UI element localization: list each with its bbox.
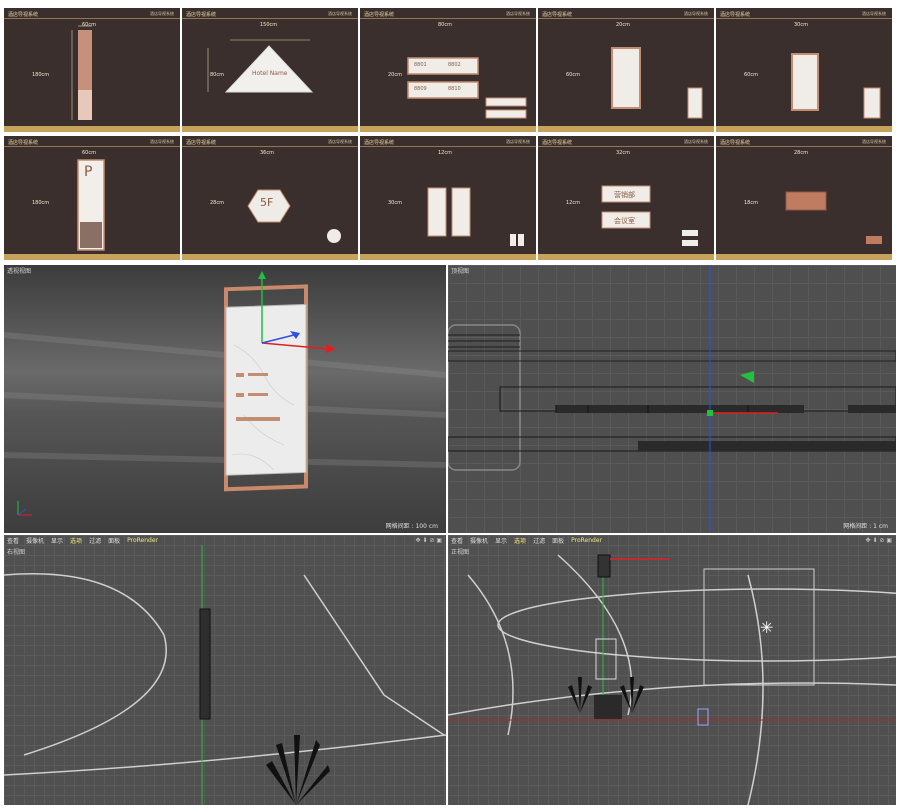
dimension-width: 30cm xyxy=(794,22,808,28)
viewport-label: 透视视图 xyxy=(7,268,32,275)
dimension-height: 28cm xyxy=(210,200,224,206)
design-panel: 酒店导视系统 酒店导视系统 150cm 80cm Hotel Name xyxy=(182,8,358,132)
dimension-height: 30cm xyxy=(388,200,402,206)
design-panel: 酒店导视系统 酒店导视系统 60cm 180cm P xyxy=(4,136,180,260)
sign-text: 8809 xyxy=(414,86,427,92)
dimension-width: 60cm xyxy=(82,22,96,28)
sign-text: Hotel Name xyxy=(252,70,288,77)
dimension-height: 60cm xyxy=(566,72,580,78)
grid-spacing-info: 网格间距 : 100 cm xyxy=(385,523,438,530)
viewport-label: 正视图 xyxy=(451,549,470,556)
dimension-height: 80cm xyxy=(210,72,224,78)
design-panel: 酒店导视系统 酒店导视系统 30cm 60cm xyxy=(716,8,892,132)
dimension-width: 28cm xyxy=(794,150,808,156)
dimension-width: 32cm xyxy=(616,150,630,156)
top-viewport[interactable]: 顶视图 网格间距 : 1 cm xyxy=(448,265,896,533)
design-panel: 酒店导视系统 酒店导视系统 20cm 60cm xyxy=(538,8,714,132)
top-scene xyxy=(448,265,896,533)
dimension-height: 180cm xyxy=(32,72,50,78)
design-panel: 酒店导视系统 酒店导视系统 80cm 20cm 8801 8802 8809 8810 xyxy=(360,8,536,132)
design-panel: 酒店导视系统 酒店导视系统 60cm 180cm xyxy=(4,8,180,132)
dimension-height: 12cm xyxy=(566,200,580,206)
grid-spacing-info: 网格间距 : 1 cm xyxy=(843,523,888,530)
sign-text: 8810 xyxy=(448,86,461,92)
dimension-height: 20cm xyxy=(388,72,402,78)
dimension-width: 12cm xyxy=(438,150,452,156)
sign-text: 8802 xyxy=(448,62,461,68)
dimension-width: 150cm xyxy=(260,22,278,28)
left-viewport[interactable]: 查看 摄像机 显示 选项 过滤 面板 ProRender ✥ ⬇ ⊘ ▣ 右视图 xyxy=(4,535,446,805)
design-panel: 酒店导视系统 酒店导视系统 12cm 30cm xyxy=(360,136,536,260)
svg-text:✳: ✳ xyxy=(760,618,773,637)
dimension-width: 36cm xyxy=(260,150,274,156)
dimension-width: 20cm xyxy=(616,22,630,28)
design-panel: 酒店导视系统 酒店导视系统 36cm 28cm 5F xyxy=(182,136,358,260)
sign-text: 营销部 xyxy=(614,191,635,199)
sign-text: 5F xyxy=(260,196,274,209)
design-panel: 酒店导视系统 酒店导视系统 32cm 12cm 营销部 会议室 xyxy=(538,136,714,260)
sign-text: 会议室 xyxy=(614,217,635,225)
front-viewport[interactable]: 查看 摄像机 显示 选项 过滤 面板 ProRender ✥ ⬇ ⊘ ▣ ✳ 正视图 xyxy=(448,535,896,805)
viewport-label: 顶视图 xyxy=(451,268,470,275)
dimension-height: 60cm xyxy=(744,72,758,78)
sign-text: 8801 xyxy=(414,62,427,68)
perspective-viewport[interactable]: 透视视图 网格间距 : 100 cm xyxy=(4,265,446,533)
dimension-width: 60cm xyxy=(82,150,96,156)
front-scene: ✳ xyxy=(448,554,896,805)
perspective-scene xyxy=(4,271,446,516)
viewport-label: 右视图 xyxy=(7,549,26,556)
dimension-width: 80cm xyxy=(438,22,452,28)
sign-text: P xyxy=(84,164,93,180)
dimension-height: 18cm xyxy=(744,200,758,206)
dimension-height: 180cm xyxy=(32,200,50,206)
left-scene xyxy=(4,545,446,805)
design-panel: 酒店导视系统 酒店导视系统 28cm 18cm xyxy=(716,136,892,260)
